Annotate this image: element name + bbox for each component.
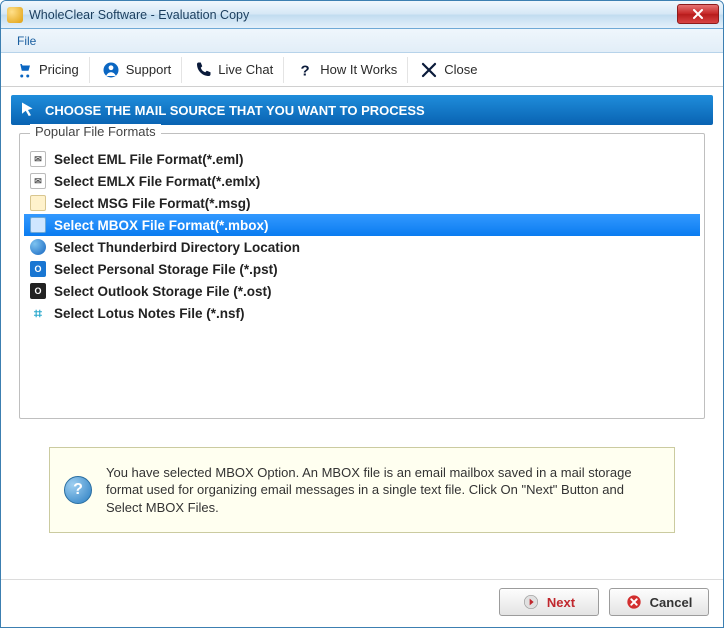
toolbar: Pricing Support Live Chat ? How It Works…	[1, 53, 723, 87]
help-icon: ?	[64, 476, 92, 504]
section-title: CHOOSE THE MAIL SOURCE THAT YOU WANT TO …	[45, 103, 425, 118]
format-nsf[interactable]: ⌗ Select Lotus Notes File (*.nsf)	[24, 302, 700, 324]
titlebar: WholeClear Software - Evaluation Copy	[1, 1, 723, 29]
close-icon	[693, 9, 703, 19]
format-label: Select MSG File Format(*.msg)	[54, 196, 251, 211]
menu-file[interactable]: File	[11, 31, 42, 51]
eml-icon: ✉	[30, 151, 46, 167]
phone-icon	[194, 61, 212, 79]
ost-icon: O	[30, 283, 46, 299]
toolbar-howitworks[interactable]: ? How It Works	[286, 57, 408, 83]
next-icon	[523, 594, 539, 610]
format-label: Select Personal Storage File (*.pst)	[54, 262, 278, 277]
format-msg[interactable]: Select MSG File Format(*.msg)	[24, 192, 700, 214]
footer: Next Cancel	[1, 579, 723, 627]
mbox-icon	[30, 217, 46, 233]
cancel-label: Cancel	[650, 595, 693, 610]
cursor-icon	[19, 101, 37, 119]
groupbox-legend: Popular File Formats	[30, 124, 161, 139]
formats-groupbox: Popular File Formats ✉ Select EML File F…	[19, 133, 705, 419]
question-icon: ?	[296, 61, 314, 79]
cart-icon	[15, 61, 33, 79]
format-label: Select Thunderbird Directory Location	[54, 240, 300, 255]
format-label: Select EMLX File Format(*.emlx)	[54, 174, 260, 189]
svg-text:?: ?	[301, 62, 310, 79]
format-label: Select EML File Format(*.eml)	[54, 152, 244, 167]
nsf-icon: ⌗	[30, 305, 46, 321]
info-message: You have selected MBOX Option. An MBOX f…	[106, 464, 660, 517]
formats-list: ✉ Select EML File Format(*.eml) ✉ Select…	[24, 148, 700, 324]
format-mbox[interactable]: Select MBOX File Format(*.mbox)	[24, 214, 700, 236]
menubar: File	[1, 29, 723, 53]
user-icon	[102, 61, 120, 79]
app-icon	[7, 7, 23, 23]
format-label: Select Outlook Storage File (*.ost)	[54, 284, 272, 299]
format-eml[interactable]: ✉ Select EML File Format(*.eml)	[24, 148, 700, 170]
toolbar-pricing[interactable]: Pricing	[5, 57, 90, 83]
cancel-icon	[626, 594, 642, 610]
window-title: WholeClear Software - Evaluation Copy	[29, 8, 249, 22]
toolbar-pricing-label: Pricing	[39, 62, 79, 77]
section-header: CHOOSE THE MAIL SOURCE THAT YOU WANT TO …	[11, 95, 713, 125]
format-label: Select MBOX File Format(*.mbox)	[54, 218, 269, 233]
cancel-button[interactable]: Cancel	[609, 588, 709, 616]
toolbar-support-label: Support	[126, 62, 172, 77]
format-thunderbird[interactable]: Select Thunderbird Directory Location	[24, 236, 700, 258]
pst-icon: O	[30, 261, 46, 277]
next-label: Next	[547, 595, 575, 610]
window-close-button[interactable]	[677, 4, 719, 24]
x-icon	[420, 61, 438, 79]
toolbar-livechat[interactable]: Live Chat	[184, 57, 284, 83]
emlx-icon: ✉	[30, 173, 46, 189]
format-label: Select Lotus Notes File (*.nsf)	[54, 306, 245, 321]
info-box: ? You have selected MBOX Option. An MBOX…	[49, 447, 675, 533]
format-pst[interactable]: O Select Personal Storage File (*.pst)	[24, 258, 700, 280]
msg-icon	[30, 195, 46, 211]
toolbar-close[interactable]: Close	[410, 57, 487, 83]
format-emlx[interactable]: ✉ Select EMLX File Format(*.emlx)	[24, 170, 700, 192]
next-button[interactable]: Next	[499, 588, 599, 616]
toolbar-howitworks-label: How It Works	[320, 62, 397, 77]
thunderbird-icon	[30, 239, 46, 255]
toolbar-livechat-label: Live Chat	[218, 62, 273, 77]
toolbar-close-label: Close	[444, 62, 477, 77]
toolbar-support[interactable]: Support	[92, 57, 183, 83]
format-ost[interactable]: O Select Outlook Storage File (*.ost)	[24, 280, 700, 302]
